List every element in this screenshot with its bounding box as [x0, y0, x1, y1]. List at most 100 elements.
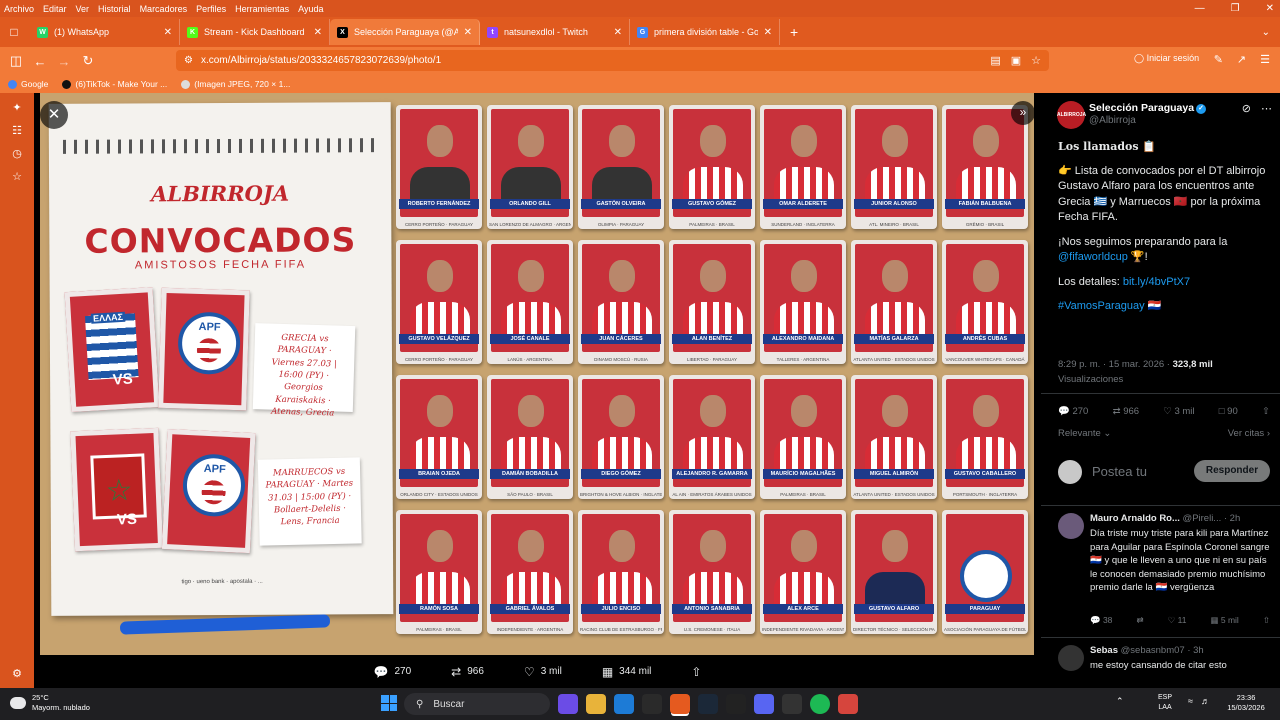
view-quotes-link[interactable]: Ver citas › — [1228, 428, 1270, 439]
extensions-icon[interactable]: ✎ — [1214, 53, 1223, 66]
reply-input[interactable]: Postea tu — [1092, 464, 1147, 479]
reply-share-button[interactable]: ⇧ — [1263, 615, 1270, 626]
reply-stat-button[interactable]: 💬 270 — [1058, 406, 1088, 417]
expand-panel-button[interactable]: » — [1011, 101, 1035, 125]
hashtag-link[interactable]: #VamosParaguay 🇵🇾 — [1058, 299, 1273, 315]
reply-item[interactable]: Sebas @sebasnbm07 · 3h me estoy cansando… — [1058, 645, 1273, 685]
details-link[interactable]: bit.ly/4bvPtX7 — [1123, 276, 1190, 288]
tray-overflow-icon[interactable]: ⌃ — [1116, 696, 1124, 707]
repost-stat-button[interactable]: ⇄ 966 — [1113, 406, 1139, 417]
menu-ayuda[interactable]: Ayuda — [298, 4, 323, 14]
game-app-icon[interactable] — [838, 694, 858, 714]
edge-icon[interactable] — [614, 694, 634, 714]
close-tab-icon[interactable]: ✕ — [614, 27, 622, 38]
close-tab-icon[interactable]: ✕ — [314, 27, 322, 38]
close-media-button[interactable]: ✕ — [40, 101, 68, 129]
store-icon[interactable] — [642, 694, 662, 714]
site-settings-icon[interactable]: ⚙ — [184, 55, 193, 66]
like-stat-button[interactable]: ♡ 3 mil — [1163, 406, 1194, 417]
more-options-icon[interactable]: ⋯ — [1261, 102, 1272, 115]
bookmark-tiktok[interactable]: (6)TikTok - Make Your ... — [62, 79, 167, 89]
firefox-icon[interactable] — [670, 694, 690, 714]
reply-author[interactable]: Mauro Arnaldo Ro... — [1090, 513, 1180, 524]
menu-ver[interactable]: Ver — [76, 4, 90, 14]
reply-handle[interactable]: @Pireli... — [1183, 513, 1222, 524]
reply-button[interactable]: Responder — [1194, 460, 1270, 482]
media-reply-button[interactable]: 💬 270 — [374, 665, 412, 679]
app-icon[interactable] — [782, 694, 802, 714]
bookmark-google[interactable]: Google — [8, 79, 48, 89]
weather-widget[interactable]: 25°C Mayorm. nublado — [10, 693, 90, 713]
bookmark-image[interactable]: (Imagen JPEG, 720 × 1... — [181, 79, 290, 89]
author-name[interactable]: Selección Paraguaya — [1089, 102, 1194, 114]
reply-repost-button[interactable]: ⇄ — [1136, 615, 1143, 626]
history-icon[interactable]: ◷ — [12, 147, 22, 160]
discord-icon[interactable] — [754, 694, 774, 714]
menu-editar[interactable]: Editar — [43, 4, 67, 14]
reply-views-button[interactable]: ▦ 5 mil — [1210, 615, 1238, 626]
synced-tabs-icon[interactable]: ☷ — [12, 124, 22, 137]
forward-button[interactable]: → — [52, 54, 76, 69]
volume-icon[interactable]: ♬ — [1201, 696, 1210, 706]
list-all-tabs-icon[interactable]: ⌄ — [1262, 27, 1270, 38]
reload-button[interactable]: ↻ — [76, 53, 100, 69]
epic-games-icon[interactable] — [726, 694, 746, 714]
fifaworldcup-mention-link[interactable]: @fifaworldcup — [1058, 251, 1128, 263]
media-repost-button[interactable]: ⇄ 966 — [451, 665, 484, 679]
share-icon[interactable]: ↗ — [1237, 53, 1246, 66]
browser-tab[interactable]: t natsunexdlol - Twitch ✕ — [480, 19, 630, 45]
back-button[interactable]: ← — [28, 54, 52, 69]
media-views-button[interactable]: ▦ 344 mil — [602, 665, 652, 679]
menu-perfiles[interactable]: Perfiles — [196, 4, 226, 14]
taskbar-search[interactable]: ⚲ Buscar — [404, 693, 550, 715]
browser-tab[interactable]: K Stream - Kick Dashboard ✕ — [180, 19, 330, 45]
reply-handle[interactable]: @sebasnbm07 — [1121, 645, 1185, 656]
media-like-button[interactable]: ♡ 3 mil — [524, 665, 562, 679]
menu-herramientas[interactable]: Herramientas — [235, 4, 289, 14]
close-window-icon[interactable]: ✕ — [1266, 3, 1274, 14]
new-tab-button[interactable]: + — [780, 24, 808, 40]
close-tab-icon[interactable]: ✕ — [464, 27, 472, 38]
reply-avatar[interactable] — [1058, 645, 1084, 671]
sort-dropdown[interactable]: Relevante ⌄ — [1058, 428, 1111, 439]
sign-in-button[interactable]: ◯ Iniciar sesión — [1134, 53, 1199, 64]
windows-start-icon[interactable] — [381, 695, 397, 711]
tab-overview-icon[interactable]: □ — [0, 25, 28, 39]
tweet-timestamp[interactable]: 8:29 p. m. · 15 mar. 2026 · — [1058, 359, 1173, 370]
ai-chat-icon[interactable]: ✦ — [12, 101, 21, 114]
url-text[interactable]: x.com/Albirroja/status/20333246578230726… — [201, 55, 441, 66]
bookmark-stat-button[interactable]: □ 90 — [1219, 406, 1238, 417]
steam-icon[interactable] — [698, 694, 718, 714]
browser-tab[interactable]: X Selección Paraguaya (@Albirroja ✕ — [330, 19, 480, 45]
clock[interactable]: 23:36 15/03/2026 — [1224, 693, 1268, 713]
reader-view-icon[interactable]: ▤ — [990, 54, 1000, 67]
copilot-icon[interactable] — [558, 694, 578, 714]
spotify-icon[interactable] — [810, 694, 830, 714]
menu-historial[interactable]: Historial — [98, 4, 131, 14]
browser-tab[interactable]: Gprimera división table - Google ✕ — [630, 19, 780, 45]
reply-reply-button[interactable]: 💬 38 — [1090, 615, 1112, 626]
reply-author[interactable]: Sebas — [1090, 645, 1118, 656]
minimize-icon[interactable]: — — [1195, 3, 1205, 14]
author-handle[interactable]: @Albirroja — [1089, 115, 1136, 126]
convocados-graphic[interactable]: ALBIRROJA CONVOCADOS AMISTOSOS FECHA FIF… — [40, 93, 1034, 655]
close-tab-icon[interactable]: ✕ — [764, 27, 772, 38]
share-stat-button[interactable]: ⇧ — [1262, 406, 1270, 417]
restore-icon[interactable]: ❐ — [1231, 3, 1240, 14]
app-menu-icon[interactable]: ☰ — [1260, 53, 1270, 66]
author-avatar[interactable]: ALBIRROJA — [1057, 101, 1086, 129]
close-tab-icon[interactable]: ✕ — [164, 27, 172, 38]
bookmarks-icon[interactable]: ☆ — [12, 170, 22, 183]
screenshot-icon[interactable]: ▣ — [1011, 54, 1021, 67]
file-explorer-icon[interactable] — [586, 694, 606, 714]
menu-marcadores[interactable]: Marcadores — [140, 4, 188, 14]
sidebar-toggle-icon[interactable]: ◫ — [4, 53, 28, 69]
wifi-icon[interactable]: ≈ — [1188, 696, 1193, 706]
language-indicator[interactable]: ESP LAA — [1158, 693, 1172, 713]
reply-item[interactable]: Mauro Arnaldo Ro... @Pireli... · 2h Día … — [1058, 513, 1273, 626]
customize-sidebar-icon[interactable]: ⚙ — [12, 667, 22, 680]
reply-like-button[interactable]: ♡ 11 — [1168, 615, 1187, 626]
url-bar[interactable]: ⚙ x.com/Albirroja/status/203332465782307… — [176, 50, 1049, 71]
author-name-row[interactable]: Selección Paraguaya ✓ — [1089, 102, 1207, 114]
reply-avatar[interactable] — [1058, 513, 1084, 539]
